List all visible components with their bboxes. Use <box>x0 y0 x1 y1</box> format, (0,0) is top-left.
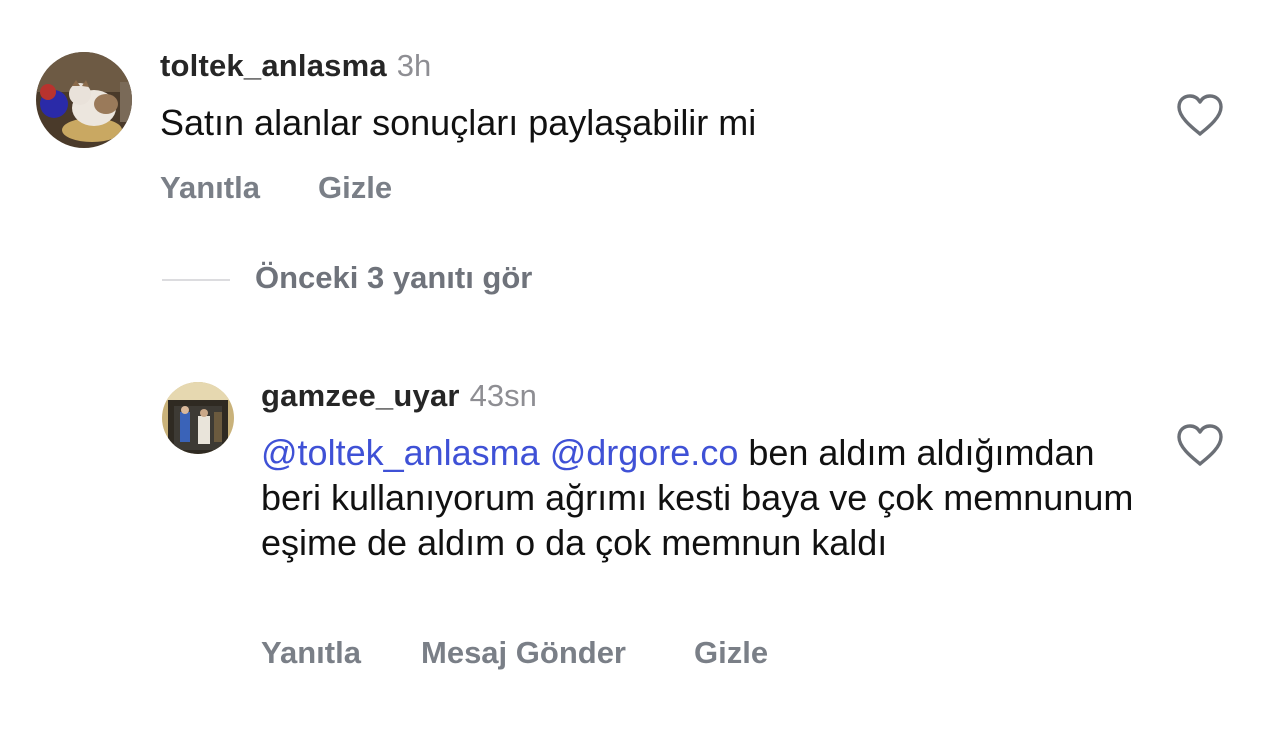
mention-link[interactable]: @toltek_anlasma <box>261 432 540 473</box>
comment-header: toltek_anlasma 3h <box>160 48 431 88</box>
timestamp: 3h <box>396 48 432 83</box>
like-button[interactable] <box>1175 92 1225 138</box>
hide-button[interactable]: Gizle <box>318 170 392 206</box>
replies-divider <box>162 279 230 281</box>
view-previous-replies-button[interactable]: Önceki 3 yanıtı gör <box>255 260 532 296</box>
comment-text: Satın alanlar sonuçları paylaşabilir mi <box>160 102 757 143</box>
hide-button[interactable]: Gizle <box>694 635 768 671</box>
mention-link[interactable]: @drgore.co <box>550 432 739 473</box>
send-message-button[interactable]: Mesaj Gönder <box>421 635 626 671</box>
avatar[interactable] <box>162 382 234 454</box>
avatar[interactable] <box>36 52 132 148</box>
like-button[interactable] <box>1175 422 1225 468</box>
username[interactable]: toltek_anlasma <box>160 48 387 84</box>
avatar-image <box>36 52 132 148</box>
username[interactable]: gamzee_uyar <box>261 378 460 414</box>
heart-outline-icon <box>1177 94 1223 136</box>
comment-text: @toltek_anlasma @drgore.co ben aldım ald… <box>261 430 1141 565</box>
heart-outline-icon <box>1177 424 1223 466</box>
avatar-image <box>162 382 234 454</box>
reply-button[interactable]: Yanıtla <box>261 635 361 671</box>
comment-header: gamzee_uyar 43sn <box>261 378 537 418</box>
timestamp: 43sn <box>469 378 537 413</box>
reply-button[interactable]: Yanıtla <box>160 170 260 206</box>
